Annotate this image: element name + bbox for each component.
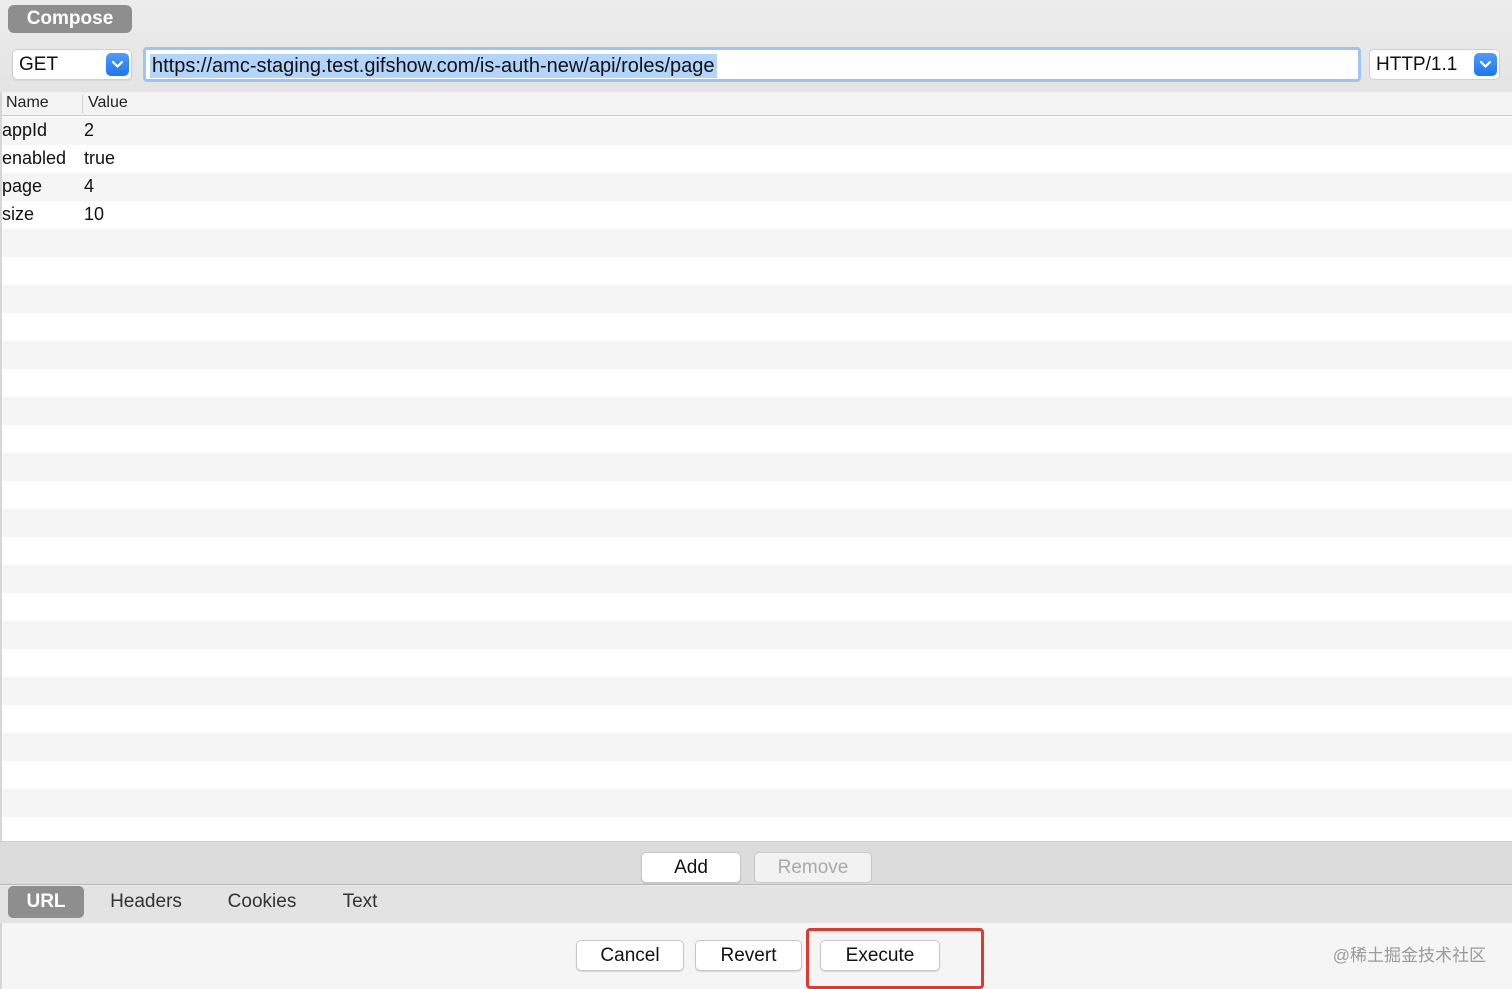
params-table: Name Value appId 2 enabled true page 4 s…	[0, 92, 1512, 841]
compose-window: Compose GET https://amc-staging.test.gif…	[0, 0, 1512, 989]
tab-headers[interactable]: Headers	[100, 886, 192, 918]
param-value[interactable]: 2	[84, 120, 94, 141]
url-value[interactable]: https://amc-staging.test.gifshow.com/is-…	[150, 54, 717, 78]
tab-text[interactable]: Text	[330, 886, 390, 918]
method-select[interactable]: GET	[12, 49, 132, 80]
method-value: GET	[19, 54, 59, 75]
compose-tab[interactable]: Compose	[8, 5, 132, 33]
chevron-down-icon	[1479, 60, 1492, 68]
param-name[interactable]: page	[2, 176, 42, 197]
footer-bar: Cancel Revert Execute @稀土掘金技术社区	[0, 923, 1512, 989]
url-input[interactable]: https://amc-staging.test.gifshow.com/is-…	[143, 47, 1361, 82]
watermark: @稀土掘金技术社区	[1332, 946, 1486, 965]
table-row[interactable]: size 10	[2, 201, 1512, 229]
column-header-value[interactable]: Value	[88, 94, 128, 112]
table-row[interactable]: enabled true	[2, 145, 1512, 173]
tab-url[interactable]: URL	[8, 886, 84, 918]
remove-button[interactable]: Remove	[754, 852, 872, 883]
param-value[interactable]: 4	[84, 176, 94, 197]
column-header-name[interactable]: Name	[6, 94, 49, 112]
table-row[interactable]: page 4	[2, 173, 1512, 201]
table-header: Name Value	[2, 92, 1512, 116]
protocol-dropdown-button[interactable]	[1474, 53, 1497, 76]
table-row[interactable]: appId 2	[2, 117, 1512, 145]
cancel-button[interactable]: Cancel	[576, 940, 684, 971]
revert-button[interactable]: Revert	[695, 940, 802, 971]
table-actions-bar: Add Remove	[0, 841, 1512, 885]
param-value[interactable]: true	[84, 148, 115, 169]
param-name[interactable]: enabled	[2, 148, 66, 169]
param-value[interactable]: 10	[84, 204, 104, 225]
protocol-select[interactable]: HTTP/1.1	[1369, 49, 1500, 80]
method-dropdown-button[interactable]	[106, 53, 129, 76]
execute-button[interactable]: Execute	[820, 940, 940, 971]
add-button[interactable]: Add	[641, 852, 741, 883]
param-name[interactable]: size	[2, 204, 34, 225]
chevron-down-icon	[111, 60, 124, 68]
table-body: appId 2 enabled true page 4 size 10	[2, 117, 1512, 841]
param-name[interactable]: appId	[2, 120, 47, 141]
request-tabs: URL Headers Cookies Text	[0, 886, 1512, 923]
column-divider[interactable]	[82, 95, 83, 113]
protocol-value: HTTP/1.1	[1376, 54, 1458, 75]
tab-cookies[interactable]: Cookies	[216, 886, 308, 918]
request-toolbar: Compose GET https://amc-staging.test.gif…	[0, 0, 1512, 92]
